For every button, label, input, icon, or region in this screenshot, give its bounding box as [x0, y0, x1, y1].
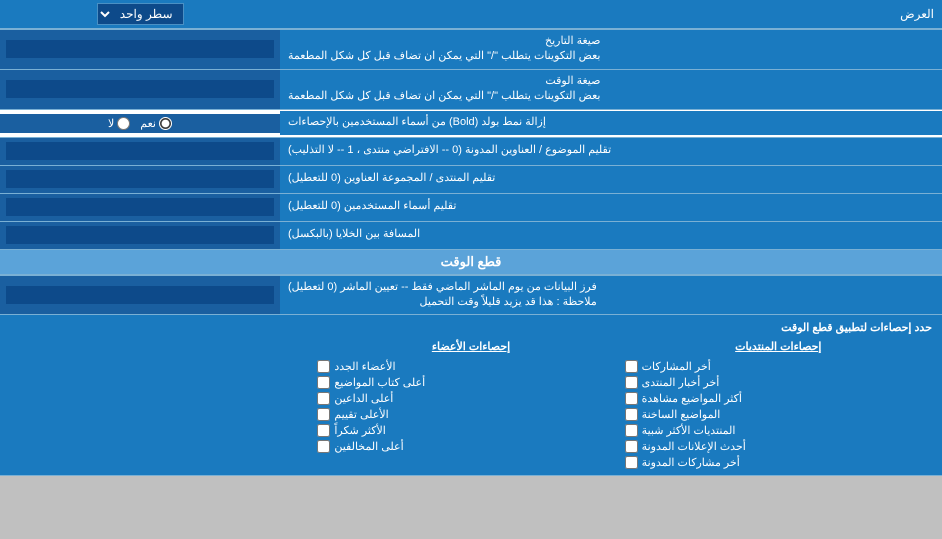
display-select-area: سطر واحد: [0, 0, 280, 28]
checkboxes-section: حدد إحصاءات لتطبيق قطع الوقت إحصاءات الم…: [0, 315, 942, 476]
cell-spacing-label: المسافة بين الخلايا (بالبكسل): [280, 222, 942, 249]
usernames-trim-row: تقليم أسماء المستخدمين (0 للتعطيل) 0: [0, 194, 942, 222]
date-format-row: صيغة التاريخ بعض التكوينات يتطلب "/" الت…: [0, 30, 942, 70]
cell-spacing-input-area: 2: [0, 222, 280, 249]
checkbox-columns: إحصاءات المنتديات أخر المشاركات أخر أخبا…: [10, 340, 932, 469]
time-format-input-area: H:i: [0, 70, 280, 109]
bold-yes-option[interactable]: نعم: [140, 117, 172, 130]
usernames-trim-input[interactable]: 0: [6, 198, 274, 216]
topics-titles-input[interactable]: 33: [6, 142, 274, 160]
forum-stat-checkbox-2[interactable]: [625, 392, 638, 405]
time-cut-input-area: 0: [0, 276, 280, 315]
time-cut-label: فرز البيانات من يوم الماشر الماضي فقط --…: [280, 276, 942, 315]
member-stat-checkbox-0[interactable]: [317, 360, 330, 373]
time-format-row: صيغة الوقت بعض التكوينات يتطلب "/" التي …: [0, 70, 942, 110]
forum-stat-checkbox-1[interactable]: [625, 376, 638, 389]
member-stat-item-1: أعلى كتاب المواضيع: [317, 376, 624, 389]
date-format-label: صيغة التاريخ بعض التكوينات يتطلب "/" الت…: [280, 30, 942, 69]
time-cut-input[interactable]: 0: [6, 286, 274, 304]
member-stat-item-4: الأكثر شكراً: [317, 424, 624, 437]
forum-stat-checkbox-3[interactable]: [625, 408, 638, 421]
forum-stat-item-0: أخر المشاركات: [625, 360, 932, 373]
member-stat-item-3: الأعلى تقييم: [317, 408, 624, 421]
member-stats-col: إحصاءات الأعضاء الأعضاء الجدد أعلى كتاب …: [317, 340, 624, 469]
checkboxes-section-title: حدد إحصاءات لتطبيق قطع الوقت: [10, 321, 932, 334]
time-cut-title: قطع الوقت: [0, 250, 942, 275]
member-stat-checkbox-1[interactable]: [317, 376, 330, 389]
forum-stat-checkbox-6[interactable]: [625, 456, 638, 469]
member-stat-checkbox-5[interactable]: [317, 440, 330, 453]
topics-titles-row: تقليم الموضوع / العناوين المدونة (0 -- ا…: [0, 138, 942, 166]
member-stat-item-0: الأعضاء الجدد: [317, 360, 624, 373]
member-stat-checkbox-2[interactable]: [317, 392, 330, 405]
bold-removal-label: إزالة نمط بولد (Bold) من أسماء المستخدمي…: [280, 111, 942, 134]
time-format-input[interactable]: H:i: [6, 80, 274, 98]
display-label: العرض: [280, 3, 942, 25]
forum-stat-item-1: أخر أخبار المنتدى: [625, 376, 932, 389]
forum-titles-input-area: 33: [0, 166, 280, 193]
member-stats-header: إحصاءات الأعضاء: [317, 340, 624, 353]
forum-titles-label: تقليم المنتدى / المجموعة العناوين (0 للت…: [280, 166, 942, 193]
forum-stat-item-3: المواضيع الساخنة: [625, 408, 932, 421]
display-row: العرض سطر واحد: [0, 0, 942, 30]
member-stat-checkbox-4[interactable]: [317, 424, 330, 437]
forum-stat-item-5: أحدث الإعلانات المدونة: [625, 440, 932, 453]
main-container: العرض سطر واحد صيغة التاريخ بعض التكوينا…: [0, 0, 942, 476]
member-stat-item-2: أعلى الداعين: [317, 392, 624, 405]
time-format-label: صيغة الوقت بعض التكوينات يتطلب "/" التي …: [280, 70, 942, 109]
bold-removal-row: إزالة نمط بولد (Bold) من أسماء المستخدمي…: [0, 110, 942, 138]
topics-titles-label: تقليم الموضوع / العناوين المدونة (0 -- ا…: [280, 138, 942, 165]
forum-stat-item-6: أخر مشاركات المدونة: [625, 456, 932, 469]
date-format-input[interactable]: d-m: [6, 40, 274, 58]
forum-titles-input[interactable]: 33: [6, 170, 274, 188]
topics-titles-input-area: 33: [0, 138, 280, 165]
empty-col: [10, 340, 317, 469]
forum-stats-header: إحصاءات المنتديات: [625, 340, 932, 353]
forum-stat-checkbox-0[interactable]: [625, 360, 638, 373]
member-stat-item-5: أعلى المخالفين: [317, 440, 624, 453]
forum-stat-checkbox-4[interactable]: [625, 424, 638, 437]
forum-stat-item-4: المنتديات الأكثر شبية: [625, 424, 932, 437]
display-select[interactable]: سطر واحد: [97, 3, 184, 25]
forum-stat-item-2: أكثر المواضيع مشاهدة: [625, 392, 932, 405]
forum-stats-col: إحصاءات المنتديات أخر المشاركات أخر أخبا…: [625, 340, 932, 469]
cell-spacing-row: المسافة بين الخلايا (بالبكسل) 2: [0, 222, 942, 250]
date-format-input-area: d-m: [0, 30, 280, 69]
usernames-trim-label: تقليم أسماء المستخدمين (0 للتعطيل): [280, 194, 942, 221]
bold-no-option[interactable]: لا: [108, 117, 130, 130]
cell-spacing-input[interactable]: 2: [6, 226, 274, 244]
bold-removal-radio-area: نعم لا: [0, 114, 280, 133]
usernames-trim-input-area: 0: [0, 194, 280, 221]
time-cut-row: فرز البيانات من يوم الماشر الماضي فقط --…: [0, 276, 942, 316]
forum-titles-row: تقليم المنتدى / المجموعة العناوين (0 للت…: [0, 166, 942, 194]
forum-stat-checkbox-5[interactable]: [625, 440, 638, 453]
member-stat-checkbox-3[interactable]: [317, 408, 330, 421]
time-cut-section-header: قطع الوقت: [0, 250, 942, 276]
